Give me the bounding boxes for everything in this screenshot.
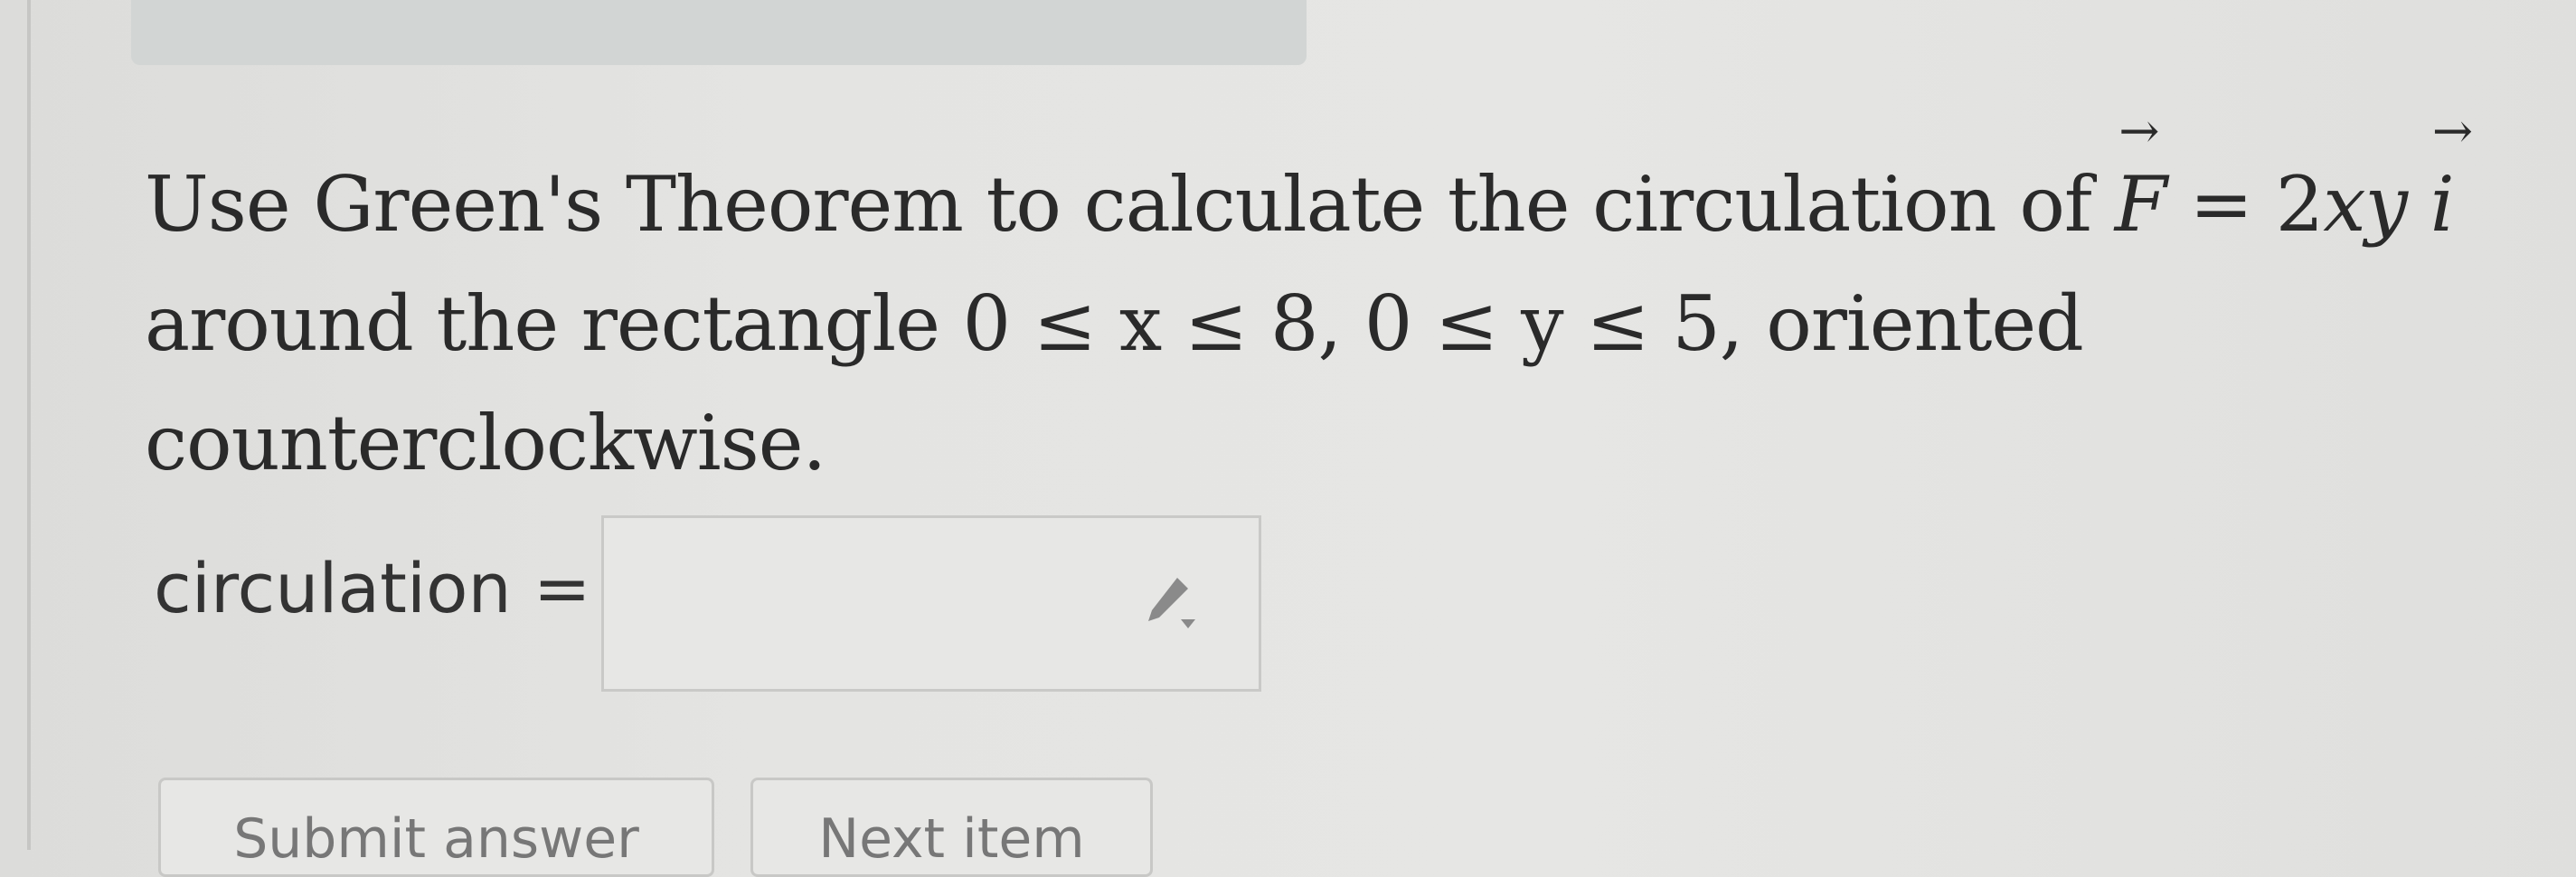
pencil-dropdown-icon[interactable] xyxy=(1141,574,1204,637)
top-bar xyxy=(131,0,1307,65)
circulation-label: circulation = xyxy=(154,547,591,628)
question-line-1: Use Green's Theorem to calculate the cir… xyxy=(145,102,2473,264)
left-border xyxy=(27,0,31,850)
answer-row: circulation = xyxy=(154,533,591,642)
next-button[interactable]: Next item xyxy=(750,778,1153,877)
vector-f: → F xyxy=(2114,102,2167,250)
next-button-label: Next item xyxy=(818,807,1085,871)
question-line-3: counterclockwise. xyxy=(145,399,826,487)
vector-i: → i xyxy=(2430,102,2473,250)
submit-button[interactable]: Submit answer xyxy=(158,778,714,877)
submit-button-label: Submit answer xyxy=(233,807,639,871)
question-line-2: around the rectangle 0 ≤ x ≤ 8, 0 ≤ y ≤ … xyxy=(145,279,2084,368)
question-text: Use Green's Theorem to calculate the cir… xyxy=(145,102,2473,503)
circulation-input[interactable] xyxy=(601,515,1261,692)
